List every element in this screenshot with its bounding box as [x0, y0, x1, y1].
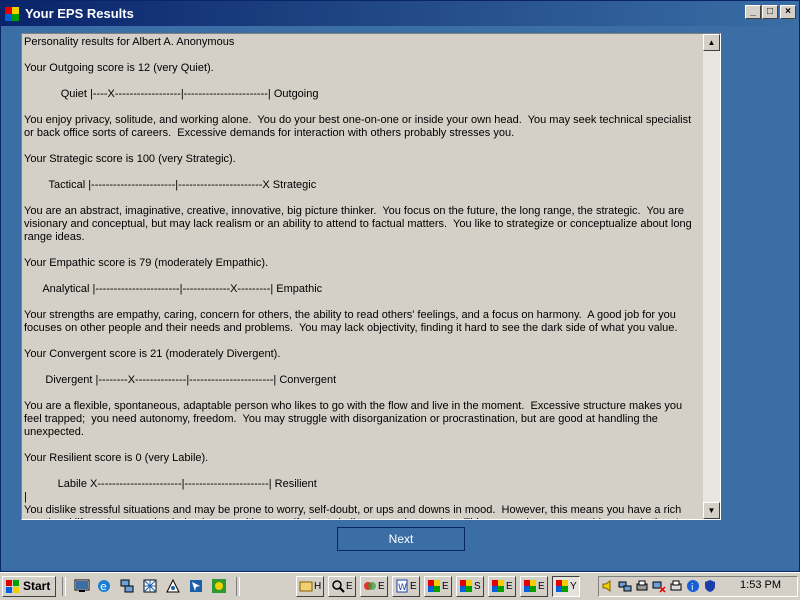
- window-title: Your EPS Results: [25, 6, 134, 21]
- svg-text:i: i: [691, 583, 694, 593]
- printer-icon[interactable]: [635, 579, 649, 593]
- search-icon: [332, 580, 345, 593]
- app-window-icon: [460, 580, 472, 592]
- windows-logo-icon: [6, 580, 19, 593]
- results-window: Your EPS Results _ □ × Personality resul…: [0, 0, 800, 572]
- system-tray: i 1:53 PM: [598, 576, 798, 597]
- folder-icon: [299, 581, 313, 592]
- show-desktop-icon[interactable]: [74, 578, 90, 594]
- start-label: Start: [23, 579, 51, 593]
- media-icon[interactable]: [211, 578, 227, 594]
- task-button-3[interactable]: E: [360, 576, 388, 597]
- diagram-tool-icon[interactable]: [165, 578, 181, 594]
- grid-tool-icon[interactable]: [142, 578, 158, 594]
- task-button-4[interactable]: W E: [392, 576, 420, 597]
- network-tray-icon[interactable]: [618, 579, 632, 593]
- pointer-tool-icon[interactable]: [188, 578, 204, 594]
- vertical-scrollbar[interactable]: ▲ ▼: [703, 34, 720, 519]
- scroll-up-icon[interactable]: ▲: [703, 34, 720, 51]
- network-icon[interactable]: [119, 578, 135, 594]
- task-button-7[interactable]: E: [488, 576, 516, 597]
- task-button-6[interactable]: S: [456, 576, 484, 597]
- task-button-5[interactable]: E: [424, 576, 452, 597]
- volume-icon[interactable]: [601, 579, 615, 593]
- taskbar-separator: [62, 577, 66, 596]
- app-window-icon: [428, 580, 440, 592]
- info-icon[interactable]: i: [686, 579, 700, 593]
- maximize-button[interactable]: □: [762, 5, 778, 19]
- printer-2-icon[interactable]: [669, 579, 683, 593]
- task-button-active[interactable]: Y: [552, 576, 580, 597]
- start-button[interactable]: Start: [2, 576, 56, 597]
- next-button[interactable]: Next: [337, 527, 465, 551]
- task-button-8[interactable]: E: [520, 576, 548, 597]
- taskbar-separator-2: [236, 577, 240, 596]
- minimize-button[interactable]: _: [745, 5, 761, 19]
- scroll-down-icon[interactable]: ▼: [703, 502, 720, 519]
- app-window-icon: [556, 580, 568, 592]
- disconnected-icon[interactable]: [652, 579, 666, 593]
- svg-text:e: e: [100, 580, 107, 593]
- word-document-icon: W: [396, 579, 408, 593]
- app-icon: [5, 7, 19, 21]
- clock[interactable]: 1:53 PM: [740, 579, 781, 591]
- task-button-1[interactable]: H: [296, 576, 324, 597]
- title-bar[interactable]: Your EPS Results _ □ ×: [1, 1, 799, 26]
- app-window-icon: [524, 580, 536, 592]
- results-textbox[interactable]: Personality results for Albert A. Anonym…: [21, 33, 721, 520]
- internet-explorer-icon[interactable]: e: [96, 578, 112, 594]
- taskbar: Start e H E E W E E S E E Y i 1:53 PM: [0, 572, 800, 600]
- color-wheel-icon: [364, 582, 376, 590]
- close-button[interactable]: ×: [780, 5, 796, 19]
- task-button-2[interactable]: E: [328, 576, 356, 597]
- window-client-area: Personality results for Albert A. Anonym…: [1, 26, 799, 571]
- shield-icon[interactable]: [703, 579, 717, 593]
- app-window-icon: [492, 580, 504, 592]
- results-text: Personality results for Albert A. Anonym…: [24, 36, 692, 519]
- svg-text:W: W: [398, 583, 407, 593]
